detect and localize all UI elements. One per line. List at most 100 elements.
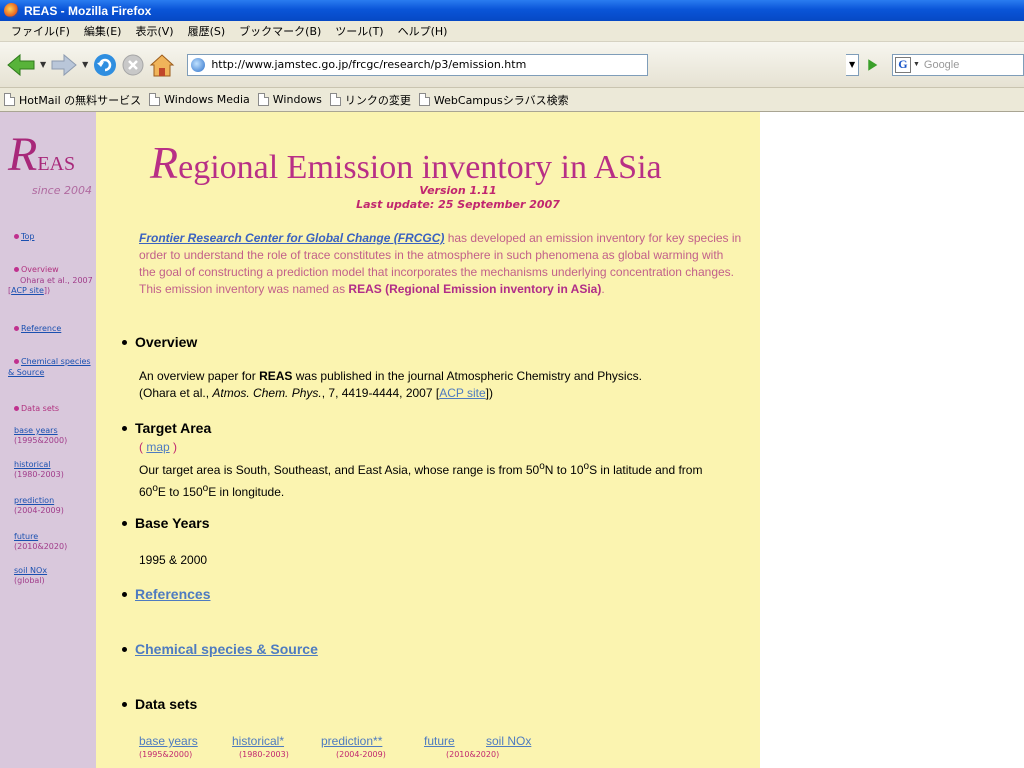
back-button[interactable] bbox=[6, 49, 36, 81]
google-search-engine-icon[interactable]: G bbox=[894, 56, 911, 73]
sidebar-link-source[interactable]: & Source bbox=[8, 368, 44, 377]
firefox-icon bbox=[4, 3, 19, 18]
section-label: Data sets bbox=[135, 696, 198, 712]
site-globe-icon bbox=[191, 57, 206, 72]
back-history-dropdown-icon[interactable]: ▼ bbox=[40, 60, 46, 69]
overview-line-1: An overview paper for REAS was published… bbox=[139, 368, 642, 385]
sidebar-link-prediction[interactable]: prediction bbox=[14, 496, 54, 505]
title-initial: R bbox=[150, 137, 179, 188]
text: (Ohara et al., bbox=[139, 386, 213, 400]
section-target-area-heading: Target Area bbox=[122, 420, 211, 436]
menu-bookmarks[interactable]: ブックマーク(B) bbox=[232, 23, 328, 39]
menu-view[interactable]: 表示(V) bbox=[128, 23, 180, 39]
sidebar-link-soil-nox[interactable]: soil NOx bbox=[14, 566, 47, 575]
bullet-icon bbox=[14, 326, 19, 331]
search-box[interactable]: G ▼ Google bbox=[891, 53, 1024, 76]
sidebar-link-label: Reference bbox=[21, 324, 62, 333]
menu-history[interactable]: 履歴(S) bbox=[181, 23, 233, 39]
text: was published in the journal Atmospheric… bbox=[292, 369, 642, 383]
version-label: Version 1.11 bbox=[419, 184, 497, 197]
dataset-link-soil-nox[interactable]: soil NOx bbox=[486, 734, 531, 748]
text: E in longitude. bbox=[208, 485, 285, 499]
frcgc-link[interactable]: Frontier Research Center for Global Chan… bbox=[139, 231, 444, 245]
bookmark-label: Windows Media bbox=[164, 93, 250, 106]
bookmark-windows-media[interactable]: Windows Media bbox=[147, 93, 250, 106]
bookmark-label: リンクの変更 bbox=[344, 93, 411, 107]
main-content: Regional Emission inventory in ASia Vers… bbox=[96, 112, 760, 768]
bookmark-hotmail[interactable]: HotMail の無料サービス bbox=[2, 92, 141, 108]
bullet-icon bbox=[14, 267, 19, 272]
paren: ) bbox=[169, 440, 178, 454]
references-link[interactable]: References bbox=[135, 586, 211, 602]
sidebar-link-acp-site[interactable]: ACP site bbox=[11, 286, 44, 295]
logo-since: since 2004 bbox=[31, 184, 92, 197]
target-line-1: Our target area is South, Southeast, and… bbox=[139, 458, 702, 479]
dataset-link-historical[interactable]: historical* bbox=[232, 734, 284, 748]
menu-help[interactable]: ヘルプ(H) bbox=[391, 23, 455, 39]
sidebar-link-base-years[interactable]: base years bbox=[14, 426, 58, 435]
reload-button[interactable] bbox=[92, 49, 118, 81]
search-engine-dropdown-icon[interactable]: ▼ bbox=[913, 61, 920, 68]
sidebar-base-years-range: (1995&2000) bbox=[14, 436, 68, 445]
sidebar-link-future[interactable]: future bbox=[14, 532, 38, 541]
chemical-species-link[interactable]: Chemical species & Source bbox=[135, 641, 318, 657]
bookmark-windows[interactable]: Windows bbox=[256, 93, 322, 106]
title-rest: egional Emission inventory in ASia bbox=[178, 149, 662, 186]
section-datasets-heading: Data sets bbox=[122, 696, 197, 712]
bullet-icon bbox=[122, 520, 127, 526]
menu-tools[interactable]: ツール(T) bbox=[328, 23, 390, 39]
acp-site-link[interactable]: ACP site bbox=[439, 386, 485, 400]
bookmark-customize-links[interactable]: リンクの変更 bbox=[328, 92, 411, 108]
dataset-link-prediction[interactable]: prediction** bbox=[321, 734, 382, 748]
section-chemical-heading: Chemical species & Source bbox=[122, 641, 318, 657]
sidebar-link-top[interactable]: Top bbox=[14, 232, 35, 241]
menu-bar: ファイル(F) 編集(E) 表示(V) 履歴(S) ブックマーク(B) ツール(… bbox=[0, 21, 1024, 42]
logo-initial: R bbox=[8, 128, 38, 181]
sidebar-future-range: (2010&2020) bbox=[14, 542, 68, 551]
map-link[interactable]: map bbox=[146, 440, 169, 454]
page-title: Regional Emission inventory in ASia bbox=[150, 136, 662, 189]
address-history-dropdown[interactable]: ▼ bbox=[845, 53, 860, 76]
address-bar[interactable]: http://www.jamstec.go.jp/frcgc/research/… bbox=[187, 53, 648, 76]
text: An overview paper for bbox=[139, 369, 260, 383]
menu-file[interactable]: ファイル(F) bbox=[4, 23, 77, 39]
text: E to 150 bbox=[157, 485, 203, 499]
text: Our target area is South, Southeast, and… bbox=[139, 463, 540, 477]
intro-end: . bbox=[601, 282, 605, 296]
home-button[interactable] bbox=[148, 49, 176, 81]
bullet-icon bbox=[14, 359, 19, 364]
section-overview-heading: Overview bbox=[122, 334, 197, 350]
forward-history-dropdown-icon[interactable]: ▼ bbox=[82, 60, 88, 69]
reas-bold: REAS bbox=[259, 369, 293, 383]
menu-edit[interactable]: 編集(E) bbox=[77, 23, 129, 39]
sidebar-link-historical[interactable]: historical bbox=[14, 460, 51, 469]
text: ]) bbox=[485, 386, 493, 400]
bullet-icon bbox=[122, 591, 127, 597]
back-arrow-icon bbox=[7, 53, 35, 76]
sidebar-overview-heading: Overview bbox=[14, 265, 59, 274]
dataset-link-future[interactable]: future bbox=[424, 734, 455, 748]
sidebar-ohara-citation: Ohara et al., 2007 bbox=[20, 276, 93, 285]
section-references-heading: References bbox=[122, 586, 211, 602]
sidebar-link-chemical-species[interactable]: Chemical species bbox=[14, 357, 91, 366]
section-label: Target Area bbox=[135, 420, 212, 436]
window-title: REAS - Mozilla Firefox bbox=[24, 3, 152, 18]
bullet-icon bbox=[122, 425, 127, 431]
text: N to 10 bbox=[544, 463, 584, 477]
stop-button[interactable] bbox=[121, 49, 145, 81]
sidebar-link-reference[interactable]: Reference bbox=[14, 324, 61, 333]
target-line-2: 60oE to 150oE in longitude. bbox=[139, 480, 284, 501]
window-titlebar: REAS - Mozilla Firefox bbox=[0, 0, 1024, 21]
intro-paragraph: Frontier Research Center for Global Chan… bbox=[139, 230, 743, 298]
page-icon bbox=[257, 93, 269, 106]
bookmark-label: Windows bbox=[272, 93, 322, 106]
bullet-icon bbox=[122, 339, 127, 345]
go-arrow-icon[interactable] bbox=[865, 56, 880, 74]
overview-line-2: (Ohara et al., Atmos. Chem. Phys., 7, 44… bbox=[139, 385, 493, 402]
page-icon bbox=[149, 93, 161, 106]
last-update-label: Last update: 25 September 2007 bbox=[356, 198, 560, 211]
bookmark-webcampus[interactable]: WebCampusシラバス検索 bbox=[417, 92, 569, 108]
forward-button[interactable] bbox=[50, 49, 78, 81]
sidebar-datasets-heading: Data sets bbox=[14, 404, 59, 413]
dataset-link-base-years[interactable]: base years bbox=[139, 734, 198, 748]
